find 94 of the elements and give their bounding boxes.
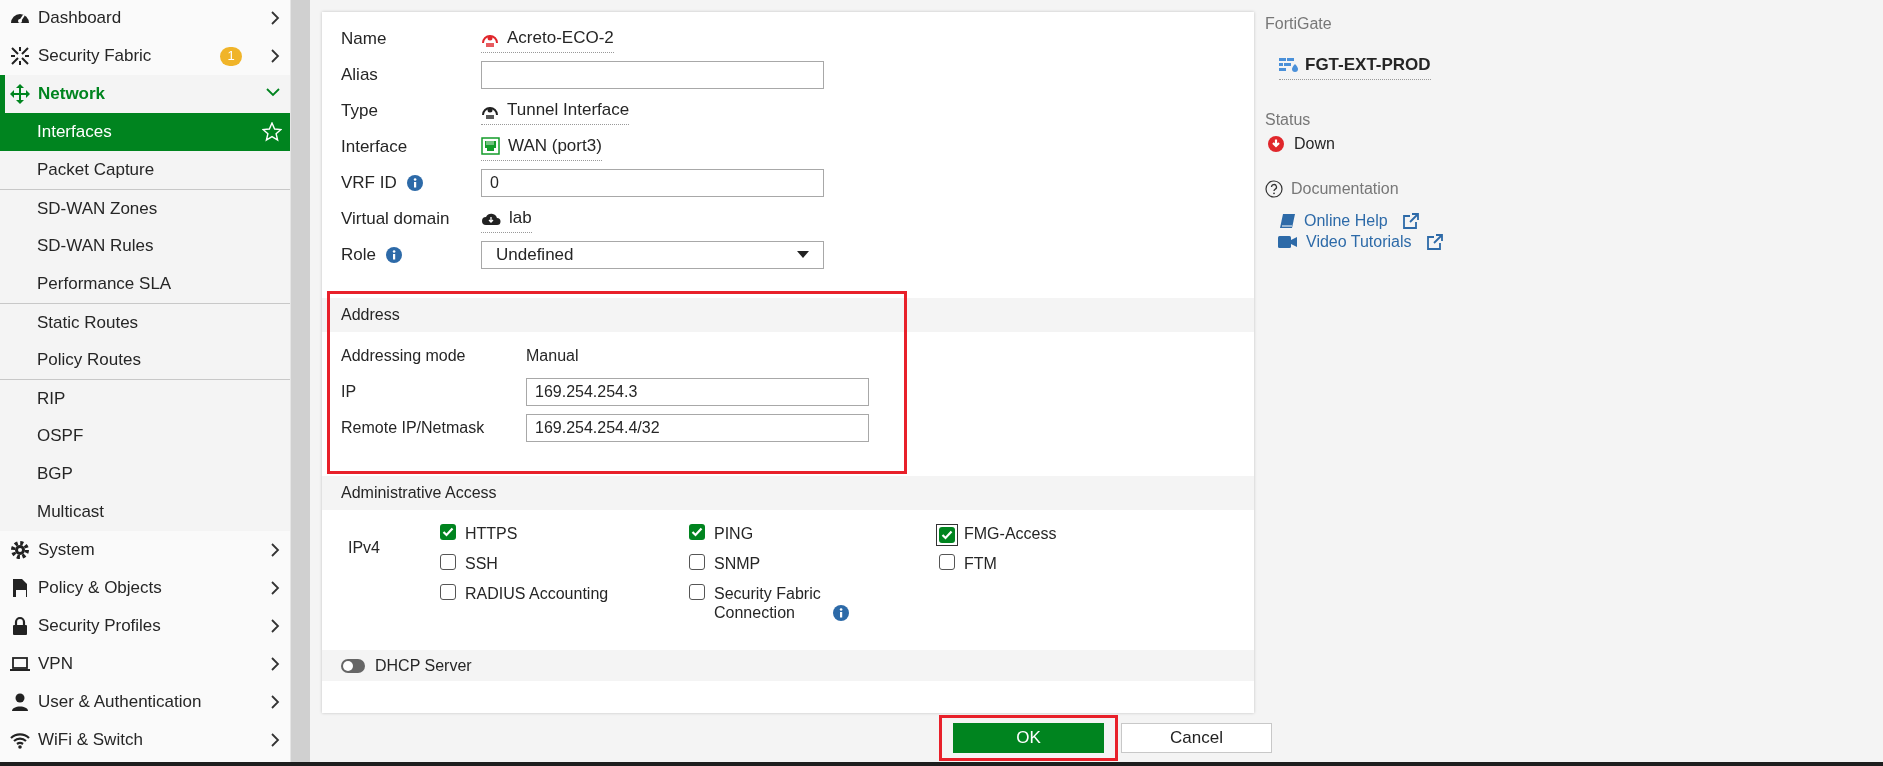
checkbox-label: PING (714, 524, 754, 543)
help-icon (1265, 179, 1283, 198)
move-arrows-icon (10, 84, 30, 104)
checkbox[interactable] (939, 554, 955, 570)
panel-heading: Status (1265, 109, 1311, 130)
checkbox-label: HTTPS (465, 524, 518, 543)
sidebar-item[interactable]: System (0, 531, 290, 569)
chevron-right-icon (270, 49, 280, 63)
book-icon (1278, 212, 1296, 230)
checkbox[interactable] (689, 584, 705, 600)
chevron-right-icon (270, 619, 280, 633)
sidebar-subitem[interactable]: OSPF (0, 417, 290, 455)
chevron-right-icon (270, 695, 280, 709)
field-label: VRF ID (341, 172, 397, 195)
sidebar-subitem[interactable]: Interfaces (0, 113, 290, 151)
field-label: Virtual domain (341, 208, 450, 231)
field-label: IPv4 (348, 538, 381, 558)
checkbox[interactable] (440, 554, 456, 570)
firewall-icon (1279, 56, 1299, 73)
status-text: Down (1294, 133, 1335, 154)
sidebar-item[interactable]: Security Fabric 1 (0, 37, 290, 75)
sidebar-item[interactable]: VPN (0, 645, 290, 683)
toggle-switch[interactable] (341, 658, 365, 673)
checkbox-label: SNMP (714, 554, 761, 573)
scrollbar[interactable] (290, 0, 310, 762)
chevron-right-icon (270, 11, 280, 25)
checkbox[interactable] (440, 524, 456, 540)
toggle-label: DHCP Server (375, 655, 472, 676)
chevron-right-icon (270, 581, 280, 595)
ethernet-port-icon (481, 137, 500, 155)
field-label: Interface (341, 136, 408, 159)
chevron-right-icon (270, 543, 280, 557)
chevron-right-icon (270, 733, 280, 747)
lock-icon (10, 616, 30, 636)
panel-heading: FortiGate (1265, 14, 1332, 34)
external-link-icon (1425, 233, 1444, 251)
field-label: Remote IP/Netmask (341, 418, 486, 438)
field-label: IP (341, 382, 358, 402)
device-name[interactable]: FGT-EXT-PROD (1305, 52, 1431, 78)
panel-heading: Documentation (1291, 178, 1399, 199)
field-value: WAN (port3) (508, 135, 602, 158)
sidebar-subitem[interactable]: Packet Capture (0, 151, 290, 189)
settings-icon (10, 540, 30, 560)
sidebar-item[interactable]: Security Profiles (0, 607, 290, 645)
ok-button[interactable]: OK (953, 722, 1104, 753)
field-value: lab (509, 207, 532, 230)
checkbox-label: RADIUS Accounting (465, 584, 609, 603)
input-field[interactable] (481, 61, 824, 89)
input-field[interactable]: 169.254.254.4/32 (526, 414, 869, 442)
chevron-down-icon (266, 87, 280, 97)
wifi-icon (10, 730, 30, 750)
field-label: Alias (341, 64, 378, 87)
video-camera-icon (1278, 235, 1298, 249)
sidebar-item[interactable]: WiFi & Switch (0, 721, 290, 759)
section-header: Administrative Access (322, 476, 1254, 510)
notification-badge: 1 (220, 46, 242, 66)
checkbox-label: FTM (964, 554, 997, 573)
field-value: Tunnel Interface (507, 99, 630, 122)
section-header: Address (322, 298, 1254, 332)
field-label: Addressing mode (341, 346, 467, 366)
sidebar-subitem[interactable]: Multicast (0, 493, 290, 531)
checkbox[interactable] (689, 524, 705, 540)
sidebar-item[interactable]: User & Authentication (0, 683, 290, 721)
input-field[interactable]: 0 (481, 169, 824, 197)
field-label: Type (341, 100, 378, 123)
document-icon (10, 578, 30, 598)
field-label: Name (341, 28, 387, 51)
chevron-right-icon (270, 657, 280, 671)
field-value: Acreto-ECO-2 (507, 27, 614, 50)
field-label: Role (341, 244, 376, 267)
sidebar-subitem[interactable]: BGP (0, 455, 290, 493)
doc-link[interactable]: Video Tutorials (1306, 230, 1412, 254)
external-link-icon (1401, 212, 1420, 230)
cancel-button[interactable]: Cancel (1121, 722, 1272, 753)
star-icon (262, 122, 282, 142)
sidebar-item[interactable]: Policy & Objects (0, 569, 290, 607)
checkbox[interactable] (440, 584, 456, 600)
doc-link[interactable]: Online Help (1304, 209, 1388, 233)
user-icon (10, 692, 30, 712)
sidebar-subitem[interactable]: Performance SLA (0, 265, 290, 303)
checkbox-label: FMG-Access (964, 524, 1057, 543)
checkbox[interactable] (689, 554, 705, 570)
field-value: Manual (526, 346, 579, 366)
sidebar-item[interactable]: Network (0, 75, 290, 113)
input-field[interactable]: 169.254.254.3 (526, 378, 869, 406)
sidebar-item[interactable]: Dashboard (0, 0, 290, 37)
sidebar-subitem[interactable]: Policy Routes (0, 341, 290, 379)
caret-icon (797, 251, 809, 259)
dropdown[interactable]: Undefined (481, 241, 824, 269)
laptop-icon (10, 654, 30, 674)
checkbox-label: SSH (465, 554, 498, 573)
sidebar-subitem[interactable]: SD-WAN Rules (0, 227, 290, 265)
checkbox-label: Security Fabric Connection (714, 584, 822, 622)
fabric-icon (10, 46, 30, 66)
